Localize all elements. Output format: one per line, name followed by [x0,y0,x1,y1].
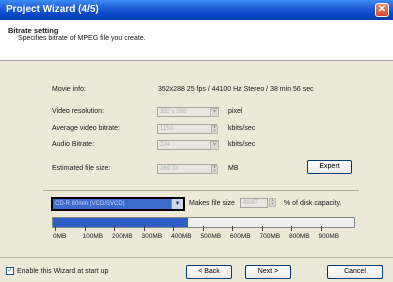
capacity-tick-label: 100MB [82,233,104,240]
capacity-tick [143,226,145,231]
capacity-tick [114,226,115,231]
movie-info-label: Movie info: [52,86,86,93]
movie-info-value: 352x288 25 fps / 44100 Hz Stereo / 38 mi… [158,86,314,93]
expert-button[interactable]: Expert [307,160,352,174]
page-title: Bitrate setting [8,26,59,35]
estimated-file-size-label: Estimated file size: [52,165,111,172]
audio-bitrate-label: Audio Bitrate: [52,141,95,148]
audio-bitrate-value: 224 [160,142,171,148]
average-video-bitrate-unit: kbits/sec [228,125,256,132]
startup-checkbox-label: Enable this Wizard at start up [17,268,109,275]
capacity-tick-label: 0MB [53,233,67,240]
average-video-bitrate-value: 1150 [160,126,173,132]
video-resolution-unit: pixel [228,108,243,115]
capacity-tick [232,226,233,231]
startup-checkbox[interactable]: ✓ [6,267,14,275]
disk-percent-value: 49.87 [243,200,259,206]
spinner-icon[interactable]: ▴ ▾ [211,165,218,174]
next-button[interactable]: Next > [245,265,291,279]
spinner-icon[interactable]: ▴ ▾ [269,198,276,207]
capacity-tick-label: 400MB [171,233,192,240]
footer-divider [0,257,393,259]
capacity-tick-label: 200MB [112,233,133,240]
capacity-tick-label: 500MB [200,233,222,240]
chevron-down-icon[interactable]: ▾ [210,141,219,150]
makes-file-size-label: Makes file size [189,200,235,207]
capacity-tick-label: 300MB [141,233,163,240]
capacity-tick-label: 900MB [318,233,340,240]
average-video-bitrate-label: Average video bitrate: [52,125,120,132]
capacity-tick [291,226,292,231]
cancel-button[interactable]: Cancel [327,265,383,279]
disk-capacity-label: % of disk capacity. [284,200,342,207]
capacity-tick [320,226,322,231]
video-resolution-label: Video resolution: [52,108,105,115]
back-button[interactable]: < Back [186,265,232,279]
media-type-selected: CD-R 80min (VCD/SVCD) [53,199,171,209]
estimated-file-size-input[interactable]: 369.33 [157,164,217,174]
capacity-tick [173,226,174,231]
capacity-tick [55,226,56,231]
capacity-tick [202,226,204,231]
capacity-tick-label: 800MB [289,233,310,240]
close-icon[interactable]: ✕ [375,3,389,17]
chevron-down-icon[interactable]: ▾ [210,108,219,117]
spinner-icon[interactable]: ▴ ▾ [211,125,218,134]
video-resolution-value: 352 x 288 [160,109,187,115]
disk-percent-input[interactable]: 49.87 [240,198,268,208]
window-title: Project Wizard (4/5) [6,4,99,15]
audio-bitrate-unit: kbits/sec [228,141,256,148]
page-description: Specifies bitrate of MPEG file you creat… [18,35,146,42]
capacity-tick [261,226,263,231]
average-video-bitrate-input[interactable]: 1150 [157,124,217,134]
disk-capacity-bar-fill [53,218,188,227]
capacity-tick-label: 700MB [259,233,281,240]
capacity-tick [84,226,86,231]
estimated-file-size-value: 369.33 [160,166,179,172]
chevron-down-icon[interactable]: ▼ [171,199,183,209]
divider [43,190,359,192]
capacity-tick-label: 600MB [230,233,251,240]
estimated-file-size-unit: MB [228,165,239,172]
